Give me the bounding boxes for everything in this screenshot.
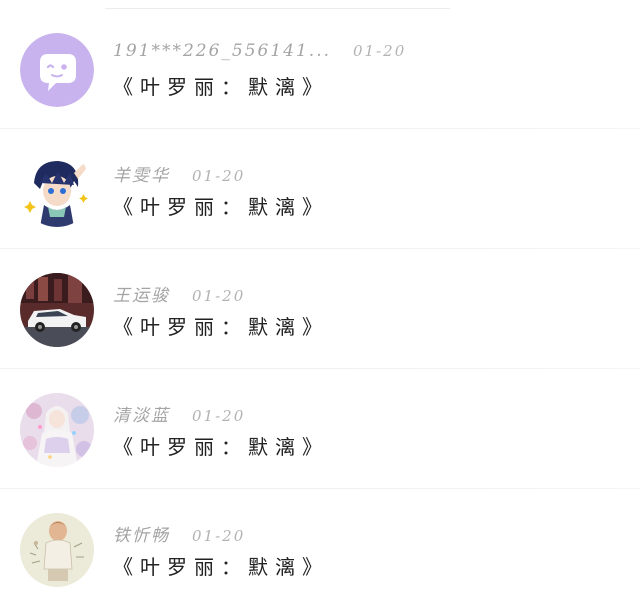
list-item[interactable]: 铁忻畅 01-20 《叶罗丽：默漓》 (0, 489, 640, 609)
car-photo-avatar (20, 273, 94, 347)
message-meta: 王运骏 01-20 (113, 281, 246, 306)
message-date: 01-20 (192, 527, 246, 545)
message-date: 01-20 (192, 167, 246, 185)
sketch-person-avatar (20, 513, 94, 587)
list-item[interactable]: 羊雯华 01-20 《叶罗丽：默漓》 (0, 129, 640, 249)
anime-boy-avatar (20, 153, 94, 227)
list-item[interactable]: 191***226_556141... 01-20 《叶罗丽：默漓》 (0, 9, 640, 129)
avatar[interactable] (20, 273, 94, 347)
message-list: 191***226_556141... 01-20 《叶罗丽：默漓》 羊雯华 0… (0, 9, 640, 609)
message-meta: 铁忻畅 01-20 (113, 521, 246, 546)
message-text: 《叶罗丽：默漓》 (113, 195, 329, 219)
message-text: 《叶罗丽：默漓》 (113, 435, 329, 459)
avatar[interactable] (20, 153, 94, 227)
avatar[interactable] (20, 33, 94, 107)
message-date: 01-20 (353, 42, 407, 60)
sender-name: 羊雯华 (113, 166, 170, 186)
list-item[interactable]: 王运骏 01-20 《叶罗丽：默漓》 (0, 249, 640, 369)
message-text: 《叶罗丽：默漓》 (113, 315, 329, 339)
list-item[interactable]: 清淡蓝 01-20 《叶罗丽：默漓》 (0, 369, 640, 489)
message-meta: 清淡蓝 01-20 (113, 401, 246, 426)
message-text: 《叶罗丽：默漓》 (113, 75, 329, 99)
sender-name: 191***226_556141... (113, 41, 332, 61)
message-text: 《叶罗丽：默漓》 (113, 555, 329, 579)
fantasy-girl-avatar (20, 393, 94, 467)
avatar[interactable] (20, 393, 94, 467)
sender-name: 铁忻畅 (113, 526, 170, 546)
wechat-chat-bubble-icon (20, 33, 94, 107)
avatar[interactable] (20, 513, 94, 587)
message-meta: 羊雯华 01-20 (113, 161, 246, 186)
message-date: 01-20 (192, 287, 246, 305)
sender-name: 清淡蓝 (113, 406, 170, 426)
message-meta: 191***226_556141... 01-20 (113, 41, 406, 63)
sender-name: 王运骏 (113, 286, 170, 306)
message-date: 01-20 (192, 407, 246, 425)
